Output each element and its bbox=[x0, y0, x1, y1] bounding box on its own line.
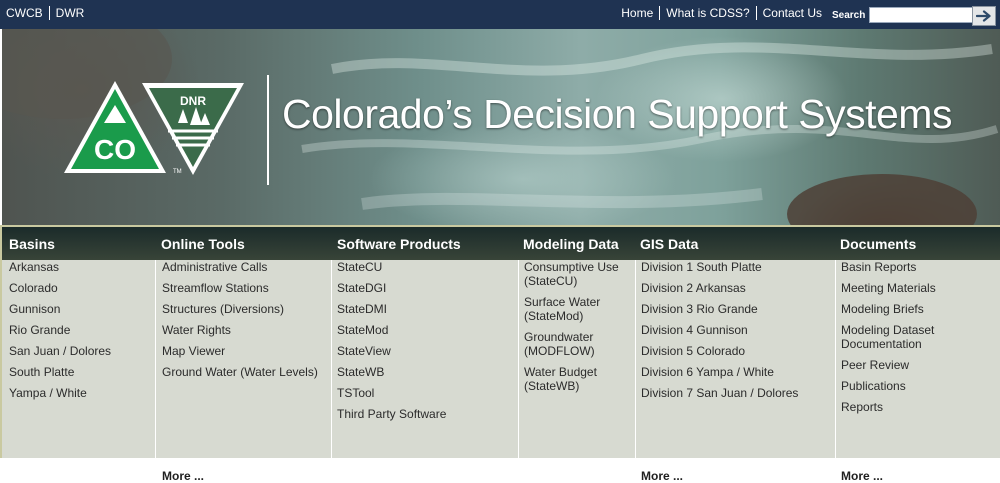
menu-item[interactable]: Surface Water (StateMod) bbox=[524, 295, 635, 323]
menu-item[interactable]: Meeting Materials bbox=[841, 281, 999, 295]
agency-links: CWCB DWR bbox=[6, 6, 84, 20]
more-link-gis-data[interactable]: More ... bbox=[641, 469, 683, 483]
link-separator bbox=[48, 6, 50, 20]
menu-column-modeling-data: Consumptive Use (StateCU) Surface Water … bbox=[518, 260, 635, 458]
menu-item[interactable]: Division 7 San Juan / Dolores bbox=[641, 386, 836, 400]
menu-item[interactable]: San Juan / Dolores bbox=[9, 344, 161, 358]
menu-item[interactable]: Groundwater (MODFLOW) bbox=[524, 330, 635, 358]
menu-item[interactable]: Ground Water (Water Levels) bbox=[162, 365, 337, 379]
menu-column-online-tools: Administrative Calls Streamflow Stations… bbox=[155, 260, 337, 483]
menu-heading-modeling-data[interactable]: Modeling Data bbox=[523, 236, 619, 252]
site-title: Colorado’s Decision Support Systems bbox=[282, 91, 952, 137]
menu-item[interactable]: Administrative Calls bbox=[162, 260, 337, 274]
menu-column-basins: Arkansas Colorado Gunnison Rio Grande Sa… bbox=[2, 260, 161, 458]
top-nav-bar: CWCB DWR Home What is CDSS? Contact Us S… bbox=[0, 0, 1000, 29]
link-dwr[interactable]: DWR bbox=[56, 6, 85, 20]
menu-item[interactable]: South Platte bbox=[9, 365, 161, 379]
menu-item[interactable]: Yampa / White bbox=[9, 386, 161, 400]
site-links: Home What is CDSS? Contact Us bbox=[621, 6, 822, 20]
link-cwcb[interactable]: CWCB bbox=[6, 6, 43, 20]
menu-item[interactable]: Division 4 Gunnison bbox=[641, 323, 836, 337]
menu-item[interactable]: Water Budget (StateWB) bbox=[524, 365, 635, 393]
menu-heading-gis-data[interactable]: GIS Data bbox=[640, 236, 698, 252]
menu-column-software-products: StateCU StateDGI StateDMI StateMod State… bbox=[331, 260, 522, 458]
svg-text:DNR: DNR bbox=[180, 94, 206, 108]
menu-column-documents: Basin Reports Meeting Materials Modeling… bbox=[835, 260, 999, 483]
search-submit-button[interactable] bbox=[972, 6, 996, 26]
menu-header-bar: Basins Online Tools Software Products Mo… bbox=[2, 225, 1000, 260]
menu-item[interactable]: Structures (Diversions) bbox=[162, 302, 337, 316]
menu-item[interactable]: TSTool bbox=[337, 386, 522, 400]
menu-item[interactable]: Colorado bbox=[9, 281, 161, 295]
arrow-right-icon bbox=[976, 10, 991, 22]
menu-item[interactable]: StateCU bbox=[337, 260, 522, 274]
link-what-is-cdss[interactable]: What is CDSS? bbox=[666, 6, 749, 20]
menu-item[interactable]: Basin Reports bbox=[841, 260, 999, 274]
menu-item[interactable]: Gunnison bbox=[9, 302, 161, 316]
menu-item[interactable]: Peer Review bbox=[841, 358, 999, 372]
menu-item[interactable]: Division 3 Rio Grande bbox=[641, 302, 836, 316]
menu-item[interactable]: StateWB bbox=[337, 365, 522, 379]
menu-item[interactable]: Division 1 South Platte bbox=[641, 260, 836, 274]
main-menu: Basins Online Tools Software Products Mo… bbox=[2, 225, 1000, 483]
menu-item[interactable]: Map Viewer bbox=[162, 344, 337, 358]
menu-heading-documents[interactable]: Documents bbox=[840, 236, 916, 252]
menu-item[interactable]: Streamflow Stations bbox=[162, 281, 337, 295]
menu-item[interactable]: Modeling Dataset Documentation bbox=[841, 323, 999, 351]
menu-item[interactable]: Third Party Software bbox=[337, 407, 522, 421]
menu-item[interactable]: Rio Grande bbox=[9, 323, 161, 337]
link-home[interactable]: Home bbox=[621, 6, 653, 20]
search-input[interactable] bbox=[869, 7, 973, 23]
banner-divider bbox=[267, 75, 269, 185]
menu-item[interactable]: Publications bbox=[841, 379, 999, 393]
menu-item[interactable]: StateMod bbox=[337, 323, 522, 337]
menu-heading-online-tools[interactable]: Online Tools bbox=[161, 236, 245, 252]
menu-item[interactable]: StateDGI bbox=[337, 281, 522, 295]
more-link-documents[interactable]: More ... bbox=[841, 469, 883, 483]
menu-item[interactable]: StateView bbox=[337, 344, 522, 358]
menu-item[interactable]: Arkansas bbox=[9, 260, 161, 274]
menu-item[interactable]: Division 6 Yampa / White bbox=[641, 365, 836, 379]
hero-banner: CO DNR TM Colorado’s Decision Support Sy… bbox=[2, 29, 1000, 225]
more-link-online-tools[interactable]: More ... bbox=[162, 469, 204, 483]
link-separator bbox=[755, 6, 757, 20]
menu-item[interactable]: Modeling Briefs bbox=[841, 302, 999, 316]
menu-item[interactable]: Water Rights bbox=[162, 323, 337, 337]
menu-heading-basins[interactable]: Basins bbox=[9, 236, 55, 252]
svg-text:CO: CO bbox=[94, 134, 136, 165]
menu-item[interactable]: StateDMI bbox=[337, 302, 522, 316]
link-separator bbox=[659, 6, 661, 20]
link-contact-us[interactable]: Contact Us bbox=[763, 6, 822, 20]
menu-item[interactable]: Reports bbox=[841, 400, 999, 414]
menu-item[interactable]: Division 2 Arkansas bbox=[641, 281, 836, 295]
menu-heading-software-products[interactable]: Software Products bbox=[337, 236, 461, 252]
menu-item[interactable]: Division 5 Colorado bbox=[641, 344, 836, 358]
search-label: Search bbox=[832, 10, 866, 21]
menu-item[interactable]: Consumptive Use (StateCU) bbox=[524, 260, 635, 288]
menu-column-gis-data: Division 1 South Platte Division 2 Arkan… bbox=[635, 260, 836, 483]
dnr-logo[interactable]: DNR TM bbox=[138, 77, 248, 177]
svg-text:TM: TM bbox=[173, 169, 182, 175]
